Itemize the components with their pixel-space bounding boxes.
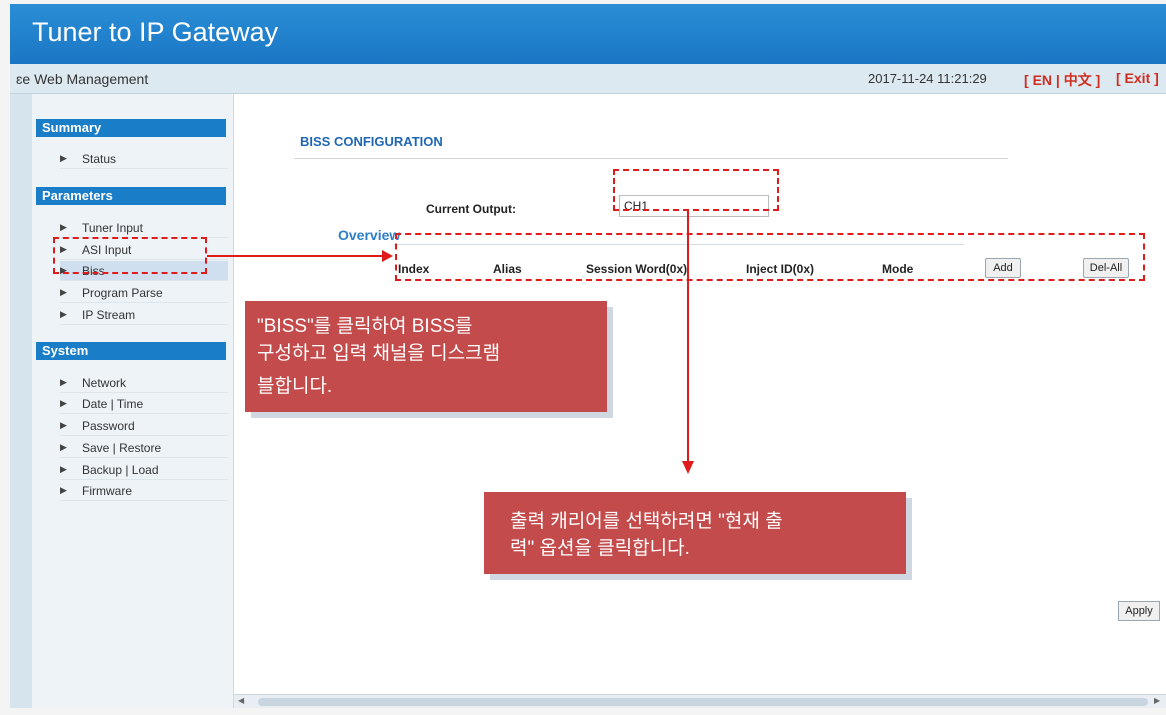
sidebar-item-label: Status [82, 152, 117, 166]
sidebar-item-label: Network [82, 376, 127, 390]
callout-line: 출력 캐리어를 선택하려면 "현재 출 [510, 511, 783, 532]
lang-bracket-close: ] [1095, 72, 1101, 88]
exit-link[interactable]: [ Exit ] [1116, 70, 1159, 86]
arrow-right-icon: ▶ [60, 287, 67, 297]
lang-separator: | [1055, 72, 1060, 88]
arrow-right-icon: ▶ [60, 222, 67, 232]
callout-line: 력" 옵션을 클릭합니다. [510, 538, 690, 559]
title-bar: Tuner to IP Gateway [10, 4, 1166, 64]
sidebar-item-label: IP Stream [82, 308, 136, 322]
web-management-title: ɛe Web Management [16, 71, 149, 87]
horizontal-scrollbar[interactable]: ◀ ▶ [234, 694, 1166, 708]
arrow-right-icon: ▶ [60, 377, 67, 387]
arrow-right-icon: ▶ [60, 485, 67, 495]
current-output-label: Current Output: [426, 202, 516, 216]
arrow-right-icon: ▶ [60, 398, 67, 408]
sidebar-item-backup-load[interactable]: ▶ Backup | Load [60, 460, 228, 480]
sub-header-bar: ɛe Web Management 2017-11-24 11:21:29 [ … [10, 64, 1166, 94]
lang-zh-link[interactable]: 中文 [1064, 72, 1092, 88]
scroll-left-icon[interactable]: ◀ [238, 696, 244, 705]
sidebar-header-summary: Summary [36, 119, 226, 137]
lang-bracket-open: [ [1024, 72, 1029, 88]
sidebar-item-label: Program Parse [82, 286, 163, 300]
arrow-right-icon: ▶ [60, 442, 67, 452]
overview-table-highlight-box [395, 233, 1145, 281]
app-title: Tuner to IP Gateway [32, 17, 279, 47]
sidebar-item-network[interactable]: ▶ Network [60, 373, 228, 393]
arrow-right-icon: ▶ [60, 309, 67, 319]
sidebar: Summary ▶ Status Parameters ▶ Tuner Inpu… [32, 94, 234, 708]
arrow-right-icon: ▶ [60, 464, 67, 474]
callout-line: "BISS"를 클릭하여 BISS를 [257, 316, 473, 337]
sidebar-item-tuner-input[interactable]: ▶ Tuner Input [60, 218, 228, 238]
current-output-highlight-box [613, 169, 779, 211]
page-title: BISS CONFIGURATION [300, 134, 443, 149]
callout-output-instruction: 출력 캐리어를 선택하려면 "현재 출 력" 옵션을 클릭합니다. [484, 492, 906, 574]
left-frame-strip [10, 94, 32, 708]
sidebar-item-label: Backup | Load [82, 463, 159, 477]
current-datetime: 2017-11-24 11:21:29 [868, 71, 987, 86]
apply-button[interactable]: Apply [1118, 601, 1160, 621]
language-switcher: [ EN | 中文 ] [1024, 70, 1100, 90]
sidebar-header-parameters: Parameters [36, 187, 226, 205]
title-divider [294, 158, 1008, 159]
sidebar-item-label: Password [82, 419, 135, 433]
sidebar-item-label: Save | Restore [82, 441, 162, 455]
biss-highlight-box [53, 237, 207, 274]
scroll-right-icon[interactable]: ▶ [1154, 696, 1160, 705]
sidebar-item-save-restore[interactable]: ▶ Save | Restore [60, 438, 228, 458]
callout-biss-instruction: "BISS"를 클릭하여 BISS를 구성하고 입력 채널을 디스크램 블합니다… [245, 301, 607, 412]
callout-line: 블합니다. [257, 376, 333, 397]
sidebar-item-program-parse[interactable]: ▶ Program Parse [60, 283, 228, 303]
sidebar-item-status[interactable]: ▶ Status [60, 149, 228, 169]
sidebar-item-firmware[interactable]: ▶ Firmware [60, 481, 228, 501]
lang-en-link[interactable]: EN [1033, 72, 1052, 88]
overview-label: Overview [338, 227, 401, 243]
sidebar-item-ip-stream[interactable]: ▶ IP Stream [60, 305, 228, 325]
arrow-right-icon: ▶ [60, 420, 67, 430]
arrow-right-icon: ▶ [60, 153, 67, 163]
sidebar-item-password[interactable]: ▶ Password [60, 416, 228, 436]
sidebar-item-label: Tuner Input [82, 221, 143, 235]
callout-line: 구성하고 입력 채널을 디스크램 [257, 343, 501, 364]
sidebar-header-system: System [36, 342, 226, 360]
scrollbar-thumb[interactable] [258, 698, 1148, 706]
sidebar-item-label: Date | Time [82, 397, 144, 411]
sidebar-item-label: Firmware [82, 484, 132, 498]
sidebar-item-date-time[interactable]: ▶ Date | Time [60, 394, 228, 414]
